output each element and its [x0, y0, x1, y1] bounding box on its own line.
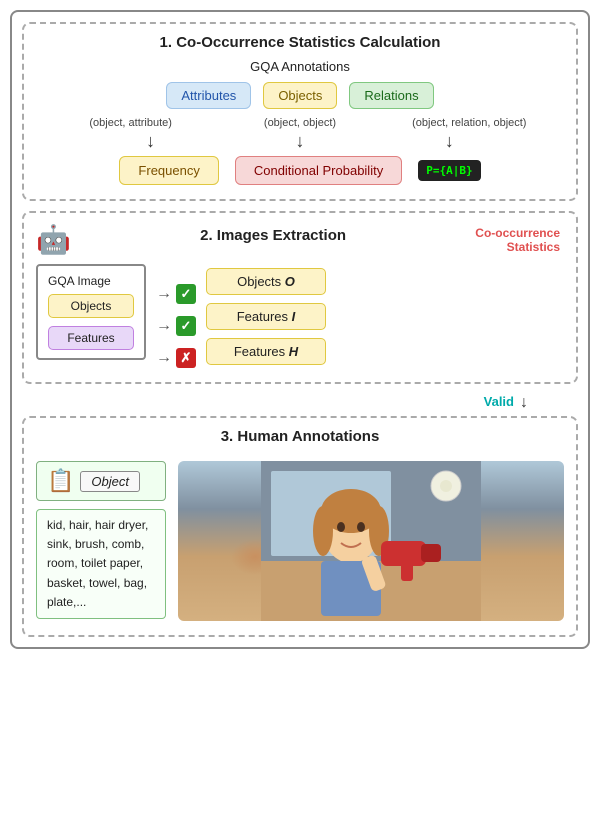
obj-feat-col: Objects Features — [48, 294, 134, 350]
arrow-right-1: → — [156, 285, 172, 303]
valid-label-arrow: Valid — [484, 394, 514, 412]
right-items-col: Objects O Features I Features H — [206, 264, 326, 365]
relations-box: Relations — [349, 82, 433, 109]
down-arrows-row: ↓ ↓ ↓ — [36, 131, 564, 152]
annotations-row: Attributes Objects Relations — [36, 82, 564, 109]
check-row-1: → ✓ — [156, 284, 196, 304]
object-label: Object — [80, 471, 140, 492]
gqa-image-box: GQA Image Objects Features — [36, 264, 146, 360]
right-italic-h: H — [289, 344, 298, 359]
arrows-mid-col: → ✓ → ✓ → ✗ — [156, 264, 196, 368]
section2-content: GQA Image Objects Features → ✓ → ✓ → — [36, 264, 564, 368]
conditional-probability-box: Conditional Probability — [235, 156, 402, 185]
attributes-box: Attributes — [166, 82, 251, 109]
cooccurrence-label-wrap: Co-occurrence Statistics — [475, 226, 564, 254]
right-item-features-h: Features H — [206, 338, 326, 365]
valid-arrow-row: Valid ↓ — [22, 394, 578, 412]
robot-icon: 🤖 — [36, 223, 71, 256]
photo-inner — [178, 461, 564, 621]
arrow-right-3: → — [156, 349, 172, 367]
photo-svg — [261, 461, 481, 621]
objects-box: Objects — [263, 82, 337, 109]
section2-title: 2. Images Extraction — [81, 227, 465, 244]
section2-header: 🤖 2. Images Extraction Co-occurrence Sta… — [36, 223, 564, 256]
note-icon: 📋 — [47, 468, 74, 494]
gqa-annotations-label: GQA Annotations — [36, 59, 564, 74]
cooccurrence-label: Co-occurrence — [475, 226, 560, 240]
check-icon-2: ✓ — [176, 316, 196, 336]
annotation-icon-row: 📋 Object — [47, 468, 155, 494]
photo-placeholder — [178, 461, 564, 621]
main-container: 1. Co-Occurrence Statistics Calculation … — [10, 10, 590, 649]
formula-icon: P={A|B} — [418, 160, 480, 181]
down-arrow-mid: ↓ — [520, 394, 528, 412]
objects-small-box: Objects — [48, 294, 134, 318]
right-italic-i: I — [292, 309, 296, 324]
check-icon-1: ✓ — [176, 284, 196, 304]
right-label-features-h: Features — [234, 344, 289, 359]
section3-title-wrap: 3. Human Annotations — [36, 428, 564, 453]
right-item-features-i: Features I — [206, 303, 326, 330]
gqa-image-label: GQA Image — [48, 274, 134, 288]
features-small-box: Features — [48, 326, 134, 350]
arrow-labels-row: (object, attribute) (object, object) (ob… — [36, 117, 564, 129]
right-item-objects: Objects O — [206, 268, 326, 295]
frequency-box: Frequency — [119, 156, 218, 185]
check-row-2: → ✓ — [156, 316, 196, 336]
section3-content: 📋 Object kid, hair, hair dryer, sink, br… — [36, 461, 564, 621]
section2: 🤖 2. Images Extraction Co-occurrence Sta… — [22, 211, 578, 384]
section3: 3. Human Annotations 📋 Object kid, hair,… — [22, 416, 578, 637]
annotation-card: 📋 Object — [36, 461, 166, 501]
statistics-label: Statistics — [475, 240, 560, 254]
section1-title: 1. Co-Occurrence Statistics Calculation — [36, 34, 564, 51]
arrow-right-2: → — [156, 317, 172, 335]
freq-prob-row: Frequency Conditional Probability P={A|B… — [36, 156, 564, 185]
arrow-label-center: (object, object) — [215, 117, 384, 129]
arrow-down-center: ↓ — [295, 131, 304, 152]
cross-icon: ✗ — [176, 348, 196, 368]
section3-title: 3. Human Annotations — [36, 428, 564, 445]
cross-row: → ✗ — [156, 348, 196, 368]
right-italic-objects: O — [285, 274, 295, 289]
arrow-down-left: ↓ — [146, 131, 155, 152]
right-label-objects: Objects — [237, 274, 285, 289]
right-label-features-i: Features — [237, 309, 292, 324]
annotation-left: 📋 Object kid, hair, hair dryer, sink, br… — [36, 461, 166, 621]
section3-header: 3. Human Annotations — [36, 428, 564, 453]
arrow-label-right: (object, relation, object) — [385, 117, 554, 129]
arrow-down-right: ↓ — [445, 131, 454, 152]
arrow-label-left: (object, attribute) — [46, 117, 215, 129]
section2-title-wrap: 2. Images Extraction — [81, 227, 465, 252]
section1: 1. Co-Occurrence Statistics Calculation … — [22, 22, 578, 201]
keywords-box: kid, hair, hair dryer, sink, brush, comb… — [36, 509, 166, 619]
